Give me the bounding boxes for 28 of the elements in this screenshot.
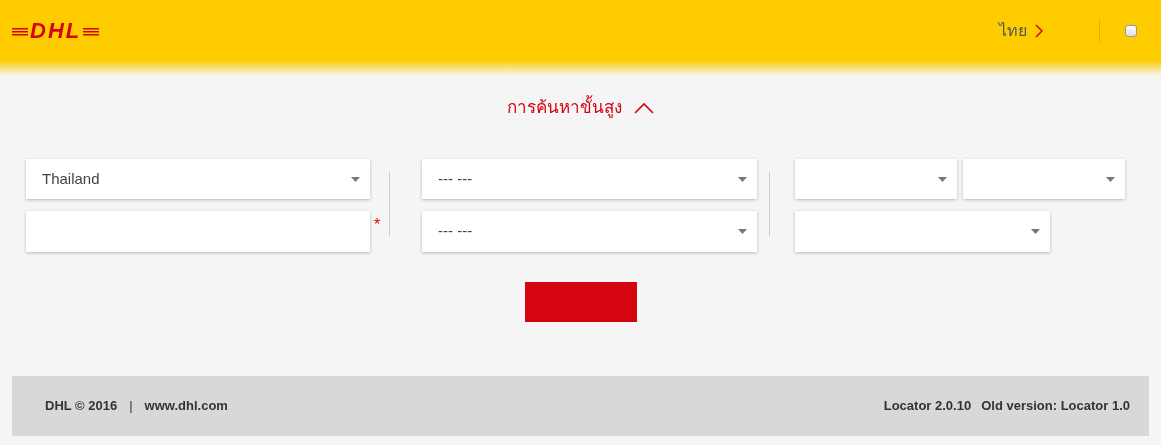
dropdown-arrow-icon [1031, 229, 1040, 234]
stripes-icon [12, 26, 28, 36]
dropdown[interactable]: --- --- [422, 159, 757, 199]
required-marker: * [374, 215, 382, 235]
website-link[interactable]: www.dhl.com [144, 396, 228, 416]
chevron-up-icon [634, 102, 654, 114]
chevron-right-icon [1035, 24, 1043, 38]
search-button[interactable] [524, 282, 637, 322]
advanced-search-toggle[interactable]: การค้นหาขั้นสูง [507, 94, 654, 122]
stripes-icon [83, 26, 100, 36]
dropdown[interactable]: --- --- [422, 211, 757, 252]
dropdown[interactable] [795, 211, 1050, 252]
old-version-link[interactable]: Old version: Locator 1.0 [981, 396, 1130, 416]
dropdown[interactable] [963, 159, 1125, 199]
copyright-text: DHL © 2016 [45, 397, 118, 416]
version-text: Locator 2.0.10 [883, 397, 972, 416]
dropdown-arrow-icon [738, 176, 747, 182]
input-field[interactable] [26, 211, 370, 252]
logo[interactable]: DHL [30, 20, 82, 42]
checkbox[interactable] [1125, 25, 1137, 37]
dropdown[interactable]: Thailand [26, 159, 370, 199]
dropdown-arrow-icon [738, 229, 747, 234]
dropdown-arrow-icon [351, 176, 360, 182]
dropdown[interactable] [795, 159, 957, 199]
separator: | [129, 397, 133, 416]
dropdown-arrow-icon [1106, 176, 1115, 182]
language-link[interactable]: ไทย [999, 19, 1043, 43]
dropdown-arrow-icon [938, 176, 947, 182]
